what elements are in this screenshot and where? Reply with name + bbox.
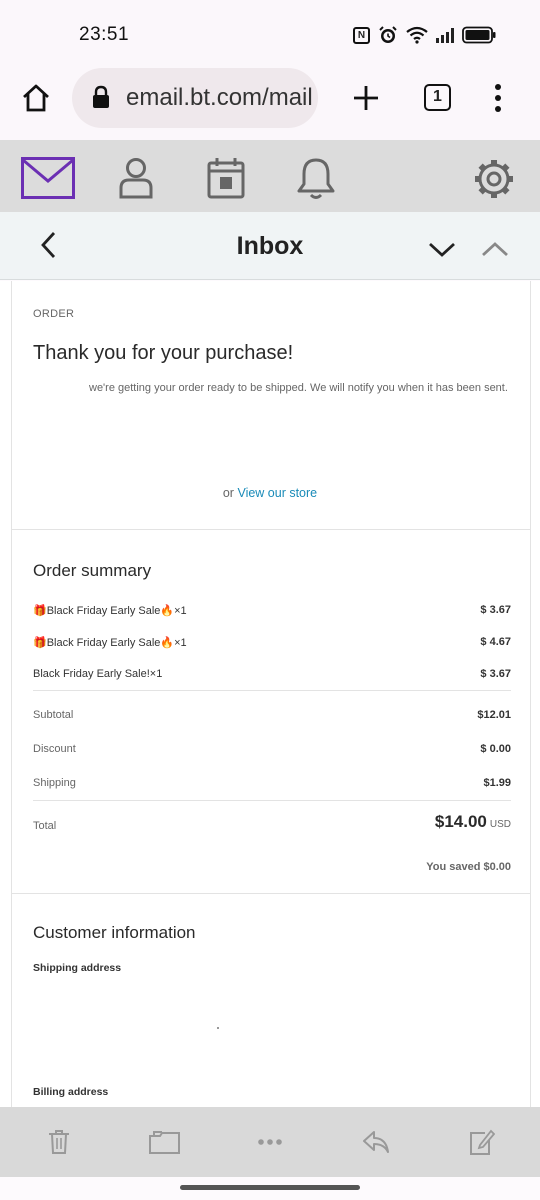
item-name: Black Friday Early Sale [46,637,161,649]
item-price: $ 3.67 [480,604,511,616]
line-item: 🎁Black Friday Early Sale🔥×1 $ 4.67 [33,636,511,649]
delete-icon[interactable] [48,1129,70,1155]
line-item: Black Friday Early Sale!×1 $ 3.67 [33,668,511,680]
line-item: 🎁Black Friday Early Sale🔥×1 $ 3.67 [33,604,511,617]
address-placeholder-dot [217,1027,219,1029]
subtotal-label: Subtotal [33,709,74,721]
contacts-icon[interactable] [118,157,154,199]
nfc-icon: N [353,26,370,44]
compose-icon[interactable] [469,1128,495,1156]
fire-icon: 🔥 [160,605,175,617]
order-summary-title: Order summary [33,561,152,580]
alarm-icon [379,26,397,43]
url-bar[interactable]: email.bt.com/mail [72,68,318,128]
item-quantity: ×1 [149,668,163,680]
subtotal-row: Subtotal $12.01 [33,709,511,721]
status-bar: 23:51 N [0,0,540,68]
billing-address-label: Billing address [33,1086,109,1098]
gift-icon: 🎁 [33,637,47,649]
tab-switcher-icon[interactable]: 1 [424,84,451,111]
discount-label: Discount [33,743,76,755]
settings-icon[interactable] [473,158,515,200]
customer-info-title: Customer information [33,923,196,942]
divider [33,690,511,691]
signal-icon [436,27,454,43]
reply-icon[interactable] [362,1129,390,1155]
total-label: Total [33,820,57,832]
total-currency: USD [489,819,511,830]
item-quantity: ×1 [174,605,187,617]
email-body[interactable]: ORDER Thank you for your purchase! we're… [0,281,540,1107]
home-indicator[interactable] [180,1185,360,1190]
subtotal-value: $12.01 [477,709,511,721]
next-message-icon[interactable] [428,242,456,258]
store-prefix: or [222,486,238,500]
total-value: $14.00 USD [435,812,511,832]
item-quantity: ×1 [174,637,187,649]
status-icons: N [353,24,496,46]
fire-icon: 🔥 [160,637,175,649]
shipping-notice: we're getting your order ready to be shi… [89,382,508,394]
home-icon[interactable] [21,83,51,113]
order-label: ORDER [33,308,75,320]
browser-bar: email.bt.com/mail 1 [0,68,540,140]
savings-text: You saved $0.00 [426,861,511,873]
shipping-address-label: Shipping address [33,962,122,974]
new-tab-icon[interactable] [353,85,379,111]
message-action-bar [0,1107,540,1177]
calendar-icon[interactable] [207,157,245,199]
inbox-header: Inbox [0,212,540,280]
total-amount: $14.00 [434,812,487,831]
email-heading: Thank you for your purchase! [33,342,294,364]
discount-row: Discount $ 0.00 [33,743,511,755]
app-toolbar [0,140,540,212]
item-name: Black Friday Early Sale! [33,668,150,680]
shipping-row: Shipping $1.99 [33,777,511,789]
lock-icon [93,85,109,108]
move-folder-icon[interactable] [149,1129,181,1155]
total-row: Total $14.00 USD [33,812,511,832]
previous-message-icon[interactable] [481,241,509,257]
more-horiz-icon[interactable] [257,1138,283,1146]
item-name: Black Friday Early Sale [46,605,161,617]
discount-value: $ 0.00 [480,743,511,755]
store-line: or View our store [0,486,540,500]
item-price: $ 4.67 [480,636,511,648]
shipping-label: Shipping [33,777,76,789]
view-store-link[interactable]: View our store [237,486,317,500]
notifications-icon[interactable] [296,157,336,201]
item-price: $ 3.67 [480,668,511,680]
gift-icon: 🎁 [33,605,47,617]
status-time: 23:51 [79,24,130,45]
battery-icon [462,26,496,44]
mail-icon[interactable] [21,157,75,199]
wifi-icon [406,26,428,44]
divider [33,800,511,801]
inbox-title: Inbox [236,232,304,260]
url-text: email.bt.com/mail [126,84,313,111]
shipping-value: $1.99 [483,777,511,789]
more-vert-icon[interactable] [493,83,503,113]
